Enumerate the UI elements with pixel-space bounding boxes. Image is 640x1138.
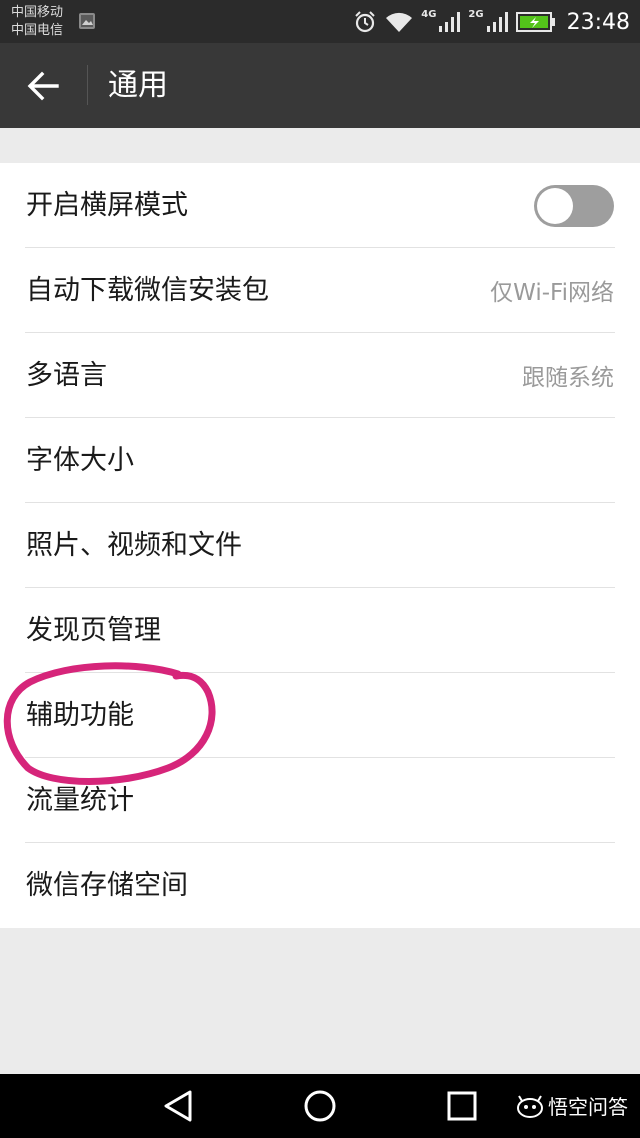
setting-label: 照片、视频和文件 — [26, 530, 242, 561]
network-type-2: 2G — [468, 8, 484, 20]
setting-label: 字体大小 — [26, 445, 134, 476]
setting-label: 微信存储空间 — [26, 870, 188, 901]
back-button[interactable] — [20, 63, 66, 109]
setting-label: 流量统计 — [26, 785, 134, 816]
recents-square-icon — [447, 1091, 477, 1121]
setting-discover[interactable]: 发现页管理 — [0, 588, 640, 673]
navigation-bar: 悟空问答 — [0, 1074, 640, 1138]
gallery-icon — [79, 13, 95, 29]
carrier-2: 中国电信 — [11, 23, 64, 38]
setting-landscape-mode[interactable]: 开启横屏模式 — [0, 163, 640, 248]
watermark-text: 悟空问答 — [548, 1095, 628, 1119]
setting-language[interactable]: 多语言 跟随系统 — [0, 333, 640, 418]
setting-value: 跟随系统 — [522, 365, 614, 391]
home-circle-icon — [304, 1090, 336, 1122]
setting-auto-download[interactable]: 自动下载微信安装包 仅Wi-Fi网络 — [0, 248, 640, 333]
title-bar: 通用 — [0, 43, 640, 128]
network-type-1: 4G — [421, 8, 437, 20]
page-title: 通用 — [108, 68, 168, 103]
wifi-icon — [386, 12, 413, 32]
signal-icon — [486, 12, 508, 32]
setting-traffic[interactable]: 流量统计 — [0, 758, 640, 843]
setting-label: 发现页管理 — [26, 615, 161, 646]
wukong-logo-icon — [517, 1094, 543, 1118]
alarm-icon — [355, 11, 375, 33]
setting-font-size[interactable]: 字体大小 — [0, 418, 640, 503]
setting-accessibility[interactable]: 辅助功能 — [0, 673, 640, 758]
status-bar: 中国移动 中国电信 4G 2G 23:48 — [0, 0, 640, 43]
setting-label: 自动下载微信安装包 — [26, 275, 269, 306]
carrier-info: 中国移动 中国电信 — [11, 4, 63, 40]
setting-label: 开启横屏模式 — [26, 190, 188, 221]
setting-media[interactable]: 照片、视频和文件 — [0, 503, 640, 588]
nav-home-button[interactable] — [300, 1086, 340, 1126]
carrier-1: 中国移动 — [11, 5, 64, 20]
nav-recents-button[interactable] — [442, 1086, 482, 1126]
toggle-knob — [537, 188, 573, 224]
title-divider — [87, 65, 88, 105]
status-icons: 4G 2G 23:48 — [353, 6, 630, 38]
signal-icon — [439, 12, 461, 32]
watermark: 悟空问答 — [516, 1091, 628, 1120]
battery-charging-icon — [515, 12, 555, 32]
setting-label: 辅助功能 — [26, 700, 134, 731]
landscape-toggle[interactable] — [534, 185, 614, 227]
back-triangle-icon — [164, 1090, 192, 1122]
arrow-left-icon — [27, 71, 59, 101]
settings-list: 开启横屏模式 自动下载微信安装包 仅Wi-Fi网络 多语言 跟随系统 字体大小 … — [0, 163, 640, 928]
setting-value: 仅Wi-Fi网络 — [490, 280, 614, 306]
setting-label: 多语言 — [26, 360, 107, 391]
status-time: 23:48 — [566, 9, 630, 35]
setting-storage[interactable]: 微信存储空间 — [0, 843, 640, 928]
nav-back-button[interactable] — [158, 1086, 198, 1126]
